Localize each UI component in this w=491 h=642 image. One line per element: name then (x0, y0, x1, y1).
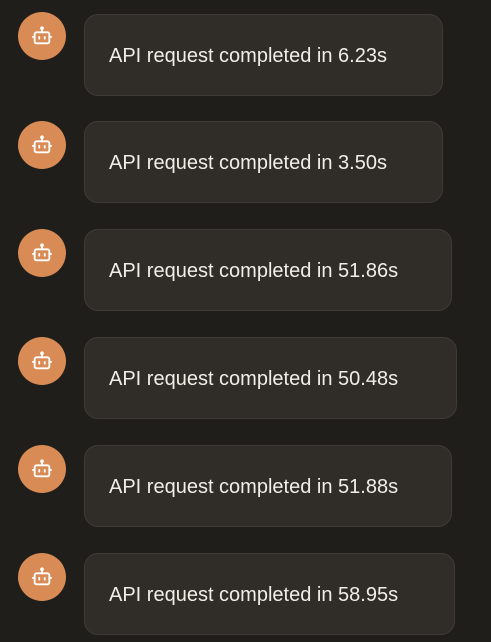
message-text: API request completed in 51.86s (109, 260, 399, 282)
bot-avatar (18, 553, 66, 601)
robot-icon (31, 566, 53, 588)
message-bubble: API request completed in 58.95s (84, 553, 455, 635)
message-bubble: API request completed in 51.86s (84, 229, 452, 311)
robot-icon (31, 350, 53, 372)
bot-avatar (18, 337, 66, 385)
message-bubble: API request completed in 51.88s (84, 445, 452, 527)
message-text: API request completed in 51.88s (109, 476, 399, 498)
bot-avatar (18, 229, 66, 277)
message-text: API request completed in 58.95s (109, 584, 399, 606)
message-item: API request completed in 51.88s (0, 445, 491, 529)
message-text: API request completed in 6.23s (109, 45, 387, 67)
message-feed: API request completed in 6.23s API reque… (0, 0, 491, 642)
robot-icon (31, 134, 53, 156)
message-item: API request completed in 51.86s (0, 229, 491, 313)
message-bubble: API request completed in 50.48s (84, 337, 457, 419)
message-item: API request completed in 58.95s (0, 553, 491, 637)
message-item: API request completed in 6.23s (0, 12, 491, 98)
message-text: API request completed in 50.48s (109, 368, 399, 390)
robot-icon (31, 25, 53, 47)
bot-avatar (18, 12, 66, 60)
robot-icon (31, 458, 53, 480)
message-text: API request completed in 3.50s (109, 152, 387, 174)
message-item: API request completed in 50.48s (0, 337, 491, 421)
bot-avatar (18, 445, 66, 493)
message-item: API request completed in 3.50s (0, 121, 491, 205)
message-bubble: API request completed in 3.50s (84, 121, 443, 203)
bot-avatar (18, 121, 66, 169)
message-bubble: API request completed in 6.23s (84, 14, 443, 96)
robot-icon (31, 242, 53, 264)
